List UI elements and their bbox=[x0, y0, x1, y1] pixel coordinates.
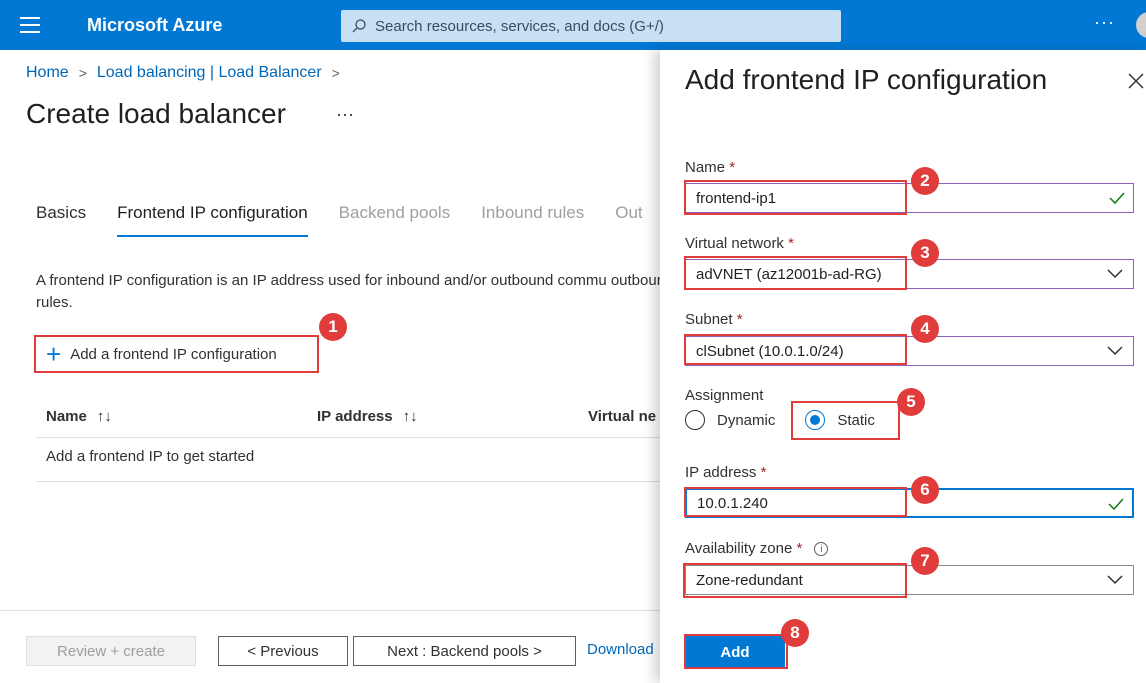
step-badge-3: 3 bbox=[911, 239, 939, 267]
sort-icon[interactable]: ↑↓ bbox=[97, 408, 112, 425]
chevron-down-icon bbox=[1107, 575, 1123, 585]
table-empty-message: Add a frontend IP to get started bbox=[46, 448, 255, 465]
more-options-icon[interactable]: ··· bbox=[1094, 12, 1115, 33]
column-name-label: Name bbox=[46, 408, 87, 425]
search-input[interactable] bbox=[375, 17, 815, 35]
step-badge-8: 8 bbox=[781, 619, 809, 647]
column-ip-label: IP address bbox=[317, 408, 393, 425]
breadcrumb: Home > Load balancing | Load Balancer > bbox=[26, 64, 350, 82]
description-text: A frontend IP configuration is an IP add… bbox=[36, 272, 674, 311]
brand-title[interactable]: Microsoft Azure bbox=[87, 15, 222, 36]
highlight-box bbox=[684, 634, 788, 669]
next-backend-pools-button[interactable]: Next : Backend pools > bbox=[353, 636, 576, 666]
radio-dynamic-label[interactable]: Dynamic bbox=[717, 412, 775, 429]
checkmark-icon bbox=[1108, 498, 1124, 511]
chevron-right-icon: > bbox=[78, 65, 87, 81]
highlight-box bbox=[684, 487, 907, 517]
tab-frontend-ip-configuration[interactable]: Frontend IP configuration bbox=[117, 203, 308, 237]
download-link[interactable]: Download bbox=[587, 641, 654, 658]
panel-title: Add frontend IP configuration bbox=[685, 64, 1048, 95]
step-badge-5: 5 bbox=[897, 388, 925, 416]
close-icon[interactable] bbox=[1126, 71, 1146, 91]
add-frontend-ip-label: Add a frontend IP configuration bbox=[70, 345, 277, 363]
step-badge-6: 6 bbox=[911, 476, 939, 504]
step-badge-4: 4 bbox=[911, 315, 939, 343]
previous-button[interactable]: < Previous bbox=[218, 636, 348, 666]
assignment-label: Assignment bbox=[685, 387, 764, 404]
highlight-box bbox=[683, 563, 907, 598]
tab-backend-pools[interactable]: Backend pools bbox=[339, 203, 451, 237]
step-badge-1: 1 bbox=[319, 313, 347, 341]
table-header: Name ↑↓ IP address ↑↓ Virtual ne bbox=[36, 398, 676, 438]
chevron-down-icon bbox=[1107, 269, 1123, 279]
highlight-box bbox=[684, 180, 907, 215]
divider bbox=[36, 481, 676, 482]
top-bar: Microsoft Azure ··· bbox=[0, 0, 1146, 50]
column-vnet-label: Virtual ne bbox=[588, 408, 657, 425]
highlight-box bbox=[684, 334, 907, 365]
search-box[interactable] bbox=[341, 10, 841, 42]
tab-basics[interactable]: Basics bbox=[36, 203, 86, 237]
chevron-down-icon bbox=[1107, 346, 1123, 356]
tab-inbound-rules[interactable]: Inbound rules bbox=[481, 203, 584, 237]
step-badge-7: 7 bbox=[911, 547, 939, 575]
breadcrumb-home[interactable]: Home bbox=[26, 64, 69, 82]
name-label: Name * bbox=[685, 159, 736, 176]
breadcrumb-load-balancing[interactable]: Load balancing | Load Balancer bbox=[97, 64, 322, 82]
sort-icon[interactable]: ↑↓ bbox=[403, 408, 418, 425]
subnet-label: Subnet * bbox=[685, 311, 743, 328]
page-more-icon[interactable]: ··· bbox=[336, 104, 354, 125]
tab-outbound-rules[interactable]: Out bbox=[615, 203, 642, 237]
review-create-button[interactable]: Review + create bbox=[26, 636, 196, 666]
column-ip-address[interactable]: IP address ↑↓ bbox=[317, 408, 418, 425]
availability-zone-label: Availability zone * i bbox=[685, 540, 829, 557]
checkmark-icon bbox=[1109, 192, 1125, 205]
vnet-label: Virtual network * bbox=[685, 235, 794, 252]
avatar[interactable] bbox=[1136, 12, 1146, 38]
column-name[interactable]: Name ↑↓ bbox=[46, 408, 112, 425]
divider bbox=[0, 610, 660, 611]
search-icon bbox=[352, 19, 366, 33]
radio-dynamic[interactable] bbox=[685, 410, 705, 430]
wizard-tabs: Basics Frontend IP configuration Backend… bbox=[36, 203, 674, 237]
ip-address-label: IP address * bbox=[685, 464, 767, 481]
column-virtual-network[interactable]: Virtual ne bbox=[588, 408, 656, 425]
info-icon[interactable]: i bbox=[814, 542, 829, 557]
page-title: Create load balancer bbox=[26, 98, 286, 129]
step-badge-2: 2 bbox=[911, 167, 939, 195]
highlight-box bbox=[684, 256, 907, 290]
chevron-right-icon: > bbox=[331, 65, 340, 81]
highlight-box bbox=[791, 401, 900, 440]
add-frontend-ip-panel: Add frontend IP configuration Name * fro… bbox=[660, 50, 1146, 683]
menu-icon[interactable] bbox=[20, 17, 40, 33]
add-frontend-ip-button[interactable]: + Add a frontend IP configuration bbox=[34, 335, 319, 373]
plus-icon: + bbox=[46, 339, 62, 369]
